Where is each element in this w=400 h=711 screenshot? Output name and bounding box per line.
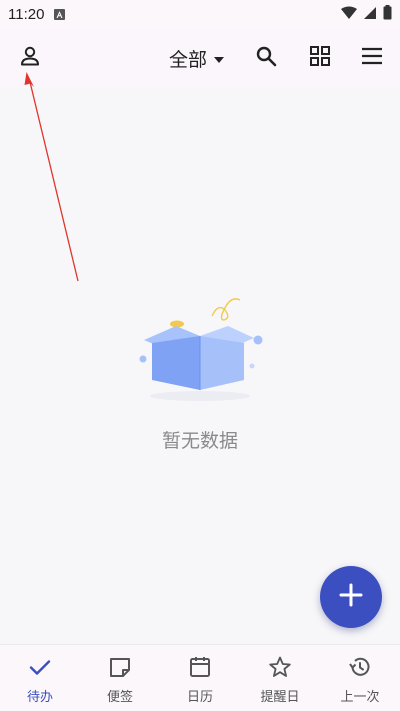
status-icons: [341, 4, 392, 24]
filter-dropdown[interactable]: 全部: [160, 28, 234, 88]
a-icon: [54, 8, 66, 20]
nav-label-reminder: 提醒日: [260, 690, 300, 705]
nav-label-calendar: 日历: [186, 690, 213, 705]
add-button[interactable]: [320, 566, 382, 628]
nav-label-last-time: 上一次: [340, 690, 380, 705]
history-icon: [348, 655, 372, 683]
nav-item-todo[interactable]: 待办: [0, 645, 80, 711]
note-icon: [108, 655, 132, 683]
bottom-nav: 待办 便签 日历 提醒日 上一次: [0, 644, 400, 711]
grid-view-icon: [309, 45, 331, 71]
signal-icon: [363, 5, 377, 24]
star-icon: [268, 655, 292, 683]
menu-button[interactable]: [348, 28, 396, 88]
battery-icon: [383, 4, 392, 24]
nav-label-notes: 便签: [106, 690, 133, 705]
menu-icon: [361, 47, 383, 69]
status-bar: 11:20: [0, 0, 400, 28]
empty-state-message: 暂无数据: [161, 430, 238, 452]
grid-view-button[interactable]: [296, 28, 344, 88]
nav-item-last-time[interactable]: 上一次: [320, 645, 400, 711]
check-icon: [28, 655, 52, 683]
nav-item-notes[interactable]: 便签: [80, 645, 160, 711]
caret-down-icon: [213, 49, 225, 68]
nav-label-todo: 待办: [26, 690, 53, 705]
calendar-icon: [188, 655, 212, 683]
search-icon: [255, 45, 277, 71]
wifi-icon: [341, 5, 357, 24]
user-icon: [19, 45, 41, 71]
plus-icon: [339, 583, 363, 611]
nav-item-calendar[interactable]: 日历: [160, 645, 240, 711]
status-time: 11:20: [8, 5, 45, 23]
empty-box-illustration: [130, 288, 270, 403]
content-area: 暂无数据: [0, 88, 400, 644]
user-button[interactable]: [6, 28, 54, 88]
filter-label: 全部: [168, 48, 207, 71]
search-button[interactable]: [242, 28, 290, 88]
app-bar: 全部: [0, 28, 400, 88]
nav-item-reminder[interactable]: 提醒日: [240, 645, 320, 711]
